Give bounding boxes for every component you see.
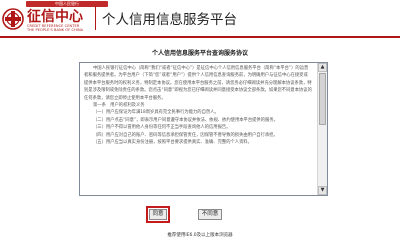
browser-recommendation-note: 推荐使用IE6.0及以上版本浏览器 (167, 233, 233, 238)
agreement-title: 个人信用信息服务平台查询服务协议 (151, 50, 248, 57)
agreement-scrollbar[interactable]: ▲ ▼ (317, 63, 327, 195)
agree-button[interactable]: 同意 (149, 209, 167, 220)
site-header: 中国人民银行 征信中心 CREDIT REFERENCE CENTER THE … (0, 0, 400, 36)
agreement-paragraph: （四）用户应对自己的账户、密码等信息承担保管责任，因保管不善导致的损失由用户自行… (93, 132, 278, 138)
scroll-thumb[interactable] (319, 73, 326, 125)
agreement-paragraph: 中国人民银行征信中心（简称“我们”或者“征信中心”）是征信中心个人信用信息服务平… (84, 66, 312, 101)
agreement-paragraph: （三）用户不得以冒用他人身份等任何不正当手段查询他人的信用报告。 (93, 125, 231, 131)
header-divider (95, 6, 96, 30)
platform-title: 个人信用信息服务平台 (102, 12, 237, 28)
scroll-up-arrow-icon[interactable]: ▲ (318, 63, 327, 72)
disagree-button[interactable]: 不同意 (198, 209, 222, 220)
agreement-section-heading: 第一条 用户的权利及义务 (93, 103, 145, 109)
agreement-paragraph: （一）用户应保证为年满18周岁具有完全民事行为能力的自然人。 (93, 110, 219, 116)
logo-english-subtitle: THE PEOPLE'S BANK OF CHINA (27, 28, 84, 32)
agreement-paragraph: （五）用户应当以真实身份注册，按照平台要求提供真实、准确、完整的个人资料。 (93, 140, 252, 146)
agreement-paragraph: （二）用户点击“同意”，即表示用户同意遵守本协议并依法、依规、依约使用本平台提供… (93, 117, 278, 123)
logo-name: 征信中心 (27, 9, 83, 25)
agreement-textarea[interactable]: 中国人民银行征信中心（简称“我们”或者“征信中心”）是征信中心个人信用信息服务平… (79, 62, 328, 196)
header-rule (0, 36, 400, 38)
credit-reference-center-logo-icon (2, 8, 24, 30)
scroll-down-arrow-icon[interactable]: ▼ (318, 186, 327, 195)
agreement-content: 中国人民银行征信中心（简称“我们”或者“征信中心”）是征信中心个人信用信息服务平… (84, 65, 312, 195)
